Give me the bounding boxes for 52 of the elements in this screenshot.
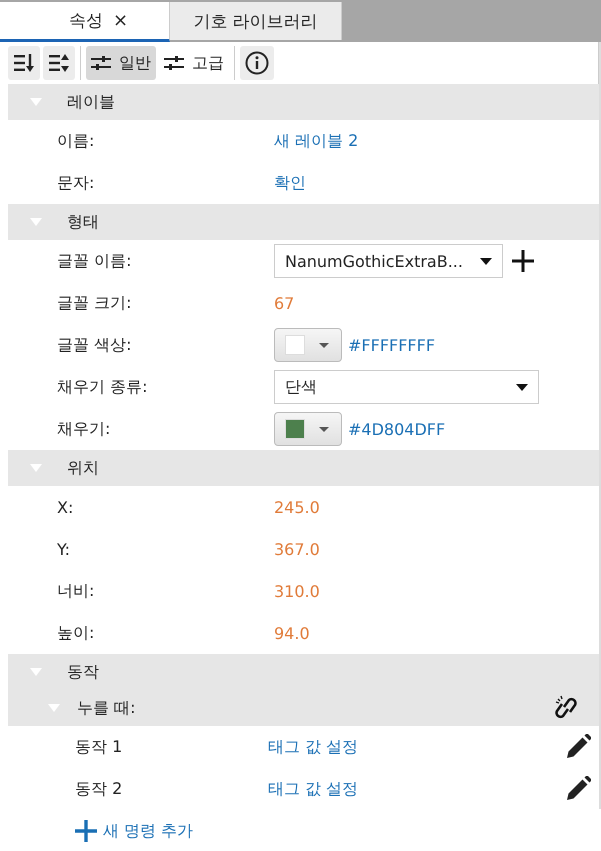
property-label: 글꼴 이름: bbox=[56, 250, 132, 272]
add-command-button[interactable]: 새 명령 추가 bbox=[75, 820, 194, 842]
view-toggle[interactable]: 고급 bbox=[159, 46, 229, 80]
property-label: 이름: bbox=[56, 130, 96, 152]
info-button[interactable] bbox=[240, 46, 274, 80]
action-label: 동작 1 bbox=[74, 736, 124, 758]
tab[interactable]: 기호 라이브러리 bbox=[170, 2, 342, 40]
property-value: 확인 bbox=[274, 172, 306, 194]
color-value: #FFFFFFFF bbox=[348, 336, 436, 354]
property-value: 367.0 bbox=[274, 540, 320, 558]
section-title: 레이블 bbox=[67, 92, 115, 112]
event-title: 누를 때: bbox=[77, 698, 136, 718]
section-title: 동작 bbox=[67, 662, 99, 682]
property-value: 94.0 bbox=[274, 624, 310, 642]
section-title: 형태 bbox=[67, 212, 99, 232]
property-label: 너비: bbox=[56, 580, 96, 602]
property-value: 245.0 bbox=[274, 498, 320, 516]
property-value: 새 레이블 2 bbox=[274, 130, 358, 152]
section-title: 위치 bbox=[67, 458, 99, 478]
sort-button[interactable] bbox=[8, 46, 40, 80]
sort-descending-icon bbox=[13, 52, 35, 74]
property-label: 채우기: bbox=[56, 418, 112, 440]
sort-ascending-icon bbox=[48, 52, 70, 74]
property-value: 67 bbox=[274, 294, 294, 312]
action-value[interactable]: 태그 값 설정 bbox=[268, 736, 358, 758]
info-icon bbox=[245, 51, 269, 75]
sort-button[interactable] bbox=[43, 46, 75, 80]
dropdown[interactable]: 단색 bbox=[274, 370, 539, 404]
property-label: 높이: bbox=[56, 622, 96, 644]
link-icon[interactable] bbox=[555, 695, 579, 721]
property-label: 글꼴 크기: bbox=[56, 292, 132, 314]
color-value: #4D804DFF bbox=[348, 420, 446, 438]
property-label: 글꼴 색상: bbox=[56, 334, 132, 356]
property-label: X: bbox=[56, 498, 74, 516]
property-label: 채우기 종류: bbox=[56, 376, 148, 398]
pencil-icon[interactable] bbox=[565, 776, 591, 802]
sliders-icon bbox=[164, 55, 184, 71]
property-label: 문자: bbox=[56, 172, 96, 194]
color-picker[interactable] bbox=[274, 412, 342, 446]
sliders-icon bbox=[91, 55, 111, 71]
close-icon[interactable]: × bbox=[112, 10, 128, 31]
color-picker[interactable] bbox=[274, 328, 342, 362]
action-label: 동작 2 bbox=[74, 778, 124, 800]
plus-icon bbox=[75, 820, 97, 842]
property-label: Y: bbox=[56, 540, 72, 558]
view-toggle[interactable]: 일반 bbox=[86, 46, 156, 80]
pencil-icon[interactable] bbox=[565, 734, 591, 760]
dropdown[interactable]: NanumGothicExtraB... bbox=[274, 244, 503, 278]
action-value[interactable]: 태그 값 설정 bbox=[268, 778, 358, 800]
tab[interactable]: 속성 × bbox=[0, 2, 170, 42]
add-icon[interactable] bbox=[511, 249, 535, 273]
property-value: 310.0 bbox=[274, 582, 320, 600]
